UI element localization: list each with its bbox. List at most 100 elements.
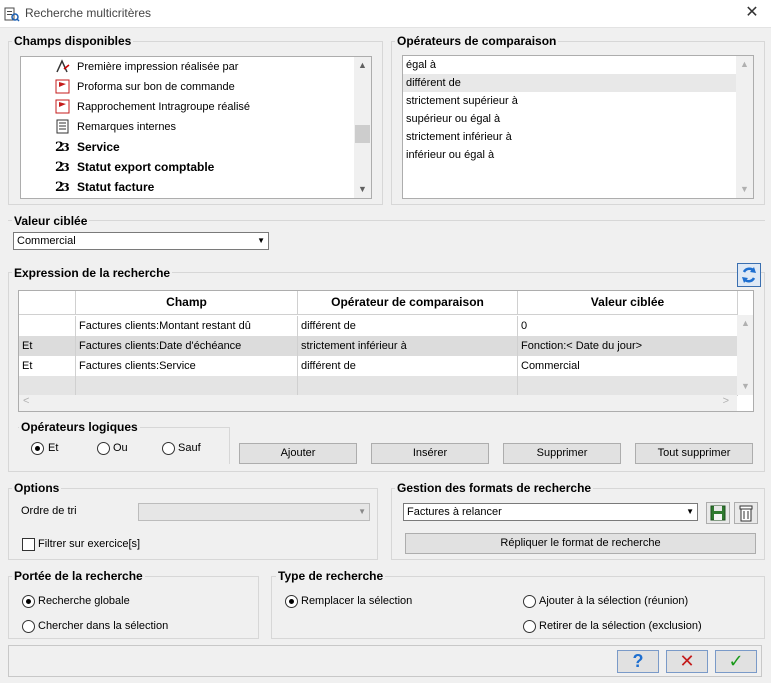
table-cell[interactable]: Factures clients:Service	[76, 356, 298, 376]
valeur-title: Valeur ciblée	[12, 214, 90, 228]
table-cell[interactable]: différent de	[298, 356, 518, 376]
portee-title: Portée de la recherche	[12, 569, 145, 583]
radio-remplacer-label: Remplacer la sélection	[301, 595, 413, 607]
help-button[interactable]: ?	[617, 650, 659, 673]
enum-icon: 23	[55, 160, 70, 174]
radio-ajouter-selection-label: Ajouter à la sélection (réunion)	[539, 595, 689, 607]
red-flag-icon	[55, 79, 70, 94]
ok-button[interactable]: ✓	[715, 650, 757, 673]
inserer-button[interactable]: Insérer	[371, 443, 489, 464]
operateur-item[interactable]: égal à	[403, 56, 736, 74]
svg-text:3: 3	[62, 141, 70, 154]
ajouter-button[interactable]: Ajouter	[239, 443, 357, 464]
valeur-combo-value: Commercial	[17, 235, 76, 247]
operateur-item-selected[interactable]: différent de	[403, 74, 736, 92]
scroll-up-icon[interactable]: ▲	[736, 56, 753, 73]
champs-list[interactable]: Première impression réalisée par Proform…	[20, 56, 372, 199]
list-item-label: Rapprochement Intragroupe réalisé	[77, 101, 251, 113]
window-title: Recherche multicritères	[25, 6, 152, 20]
table-cell[interactable]: Et	[19, 336, 76, 356]
list-item[interactable]: 23 Statut facture	[21, 177, 356, 197]
radio-sauf[interactable]	[162, 442, 175, 455]
grid-vscroll[interactable]: ▲ ▼	[737, 315, 753, 395]
champs-scrollbar[interactable]: ▲ ▼	[354, 57, 371, 198]
ordre-combo[interactable]: ▼	[138, 503, 370, 521]
table-cell[interactable]: Et	[19, 356, 76, 376]
operateur-item[interactable]: supérieur ou égal à	[403, 110, 736, 128]
expression-grid[interactable]: Champ Opérateur de comparaison Valeur ci…	[18, 290, 754, 412]
chevron-down-icon: ▼	[358, 507, 366, 516]
scroll-down-icon[interactable]: ▼	[737, 378, 753, 395]
grid-hscroll[interactable]: < >	[19, 395, 737, 411]
table-cell[interactable]	[19, 316, 76, 336]
radio-retirer-selection[interactable]	[523, 620, 536, 633]
close-icon[interactable]: ✕	[741, 3, 763, 23]
delete-format-button[interactable]	[734, 502, 758, 524]
scroll-left-icon[interactable]: <	[23, 395, 29, 407]
radio-chercher-selection[interactable]	[22, 620, 35, 633]
expression-title: Expression de la recherche	[12, 266, 173, 280]
refresh-button[interactable]	[737, 263, 761, 287]
table-cell-empty[interactable]	[298, 376, 518, 396]
table-cell[interactable]: Factures clients:Date d'échéance	[76, 336, 298, 356]
scroll-right-icon[interactable]: >	[723, 395, 729, 407]
formats-combo[interactable]: Factures à relancer ▼	[403, 503, 698, 521]
save-format-button[interactable]	[706, 502, 730, 524]
list-item[interactable]: 23 Statut export comptable	[21, 157, 356, 177]
cancel-button[interactable]: ✕	[666, 650, 708, 673]
radio-remplacer[interactable]	[285, 595, 298, 608]
table-cell-empty[interactable]	[19, 376, 76, 396]
grid-header-valeur: Valeur ciblée	[518, 291, 738, 315]
save-icon	[710, 505, 726, 521]
logiques-title: Opérateurs logiques	[19, 420, 140, 434]
table-cell[interactable]: strictement inférieur à	[298, 336, 518, 356]
radio-chercher-selection-label: Chercher dans la sélection	[38, 620, 169, 632]
radio-ou[interactable]	[97, 442, 110, 455]
list-item[interactable]: Proforma sur bon de commande	[21, 77, 356, 97]
table-cell[interactable]: différent de	[298, 316, 518, 336]
scroll-down-icon[interactable]: ▼	[736, 181, 753, 198]
operateur-item[interactable]: inférieur ou égal à	[403, 146, 736, 164]
valeur-combo[interactable]: Commercial ▼	[13, 232, 269, 250]
scroll-thumb[interactable]	[355, 125, 370, 143]
operateur-item[interactable]: strictement supérieur à	[403, 92, 736, 110]
champs-title: Champs disponibles	[12, 34, 134, 48]
chevron-down-icon: ▼	[257, 236, 265, 245]
grid-header-logic	[19, 291, 76, 315]
list-item[interactable]: 23 Service	[21, 137, 356, 157]
list-item[interactable]: Remarques internes	[21, 117, 356, 137]
scroll-up-icon[interactable]: ▲	[354, 57, 371, 74]
filtrer-checkbox[interactable]	[22, 538, 35, 551]
table-cell-empty[interactable]	[518, 376, 738, 396]
radio-et-label: Et	[48, 442, 59, 454]
operateurs-list[interactable]: égal à différent de strictement supérieu…	[402, 55, 754, 199]
svg-text:3: 3	[62, 161, 70, 174]
operateurs-title: Opérateurs de comparaison	[395, 34, 559, 48]
operateur-item[interactable]: strictement inférieur à	[403, 128, 736, 146]
list-item[interactable]: Première impression réalisée par	[21, 57, 356, 77]
table-cell-empty[interactable]	[76, 376, 298, 396]
radio-ajouter-selection[interactable]	[523, 595, 536, 608]
list-item-label: Première impression réalisée par	[77, 61, 239, 73]
scroll-up-icon[interactable]: ▲	[737, 315, 753, 332]
red-flag-icon	[55, 99, 70, 114]
list-item[interactable]: Rapprochement Intragroupe réalisé	[21, 97, 356, 117]
chevron-down-icon: ▼	[686, 507, 694, 516]
formats-title: Gestion des formats de recherche	[395, 481, 594, 495]
list-item-label: Statut facture	[77, 180, 155, 194]
table-cell[interactable]: Factures clients:Montant restant dû	[76, 316, 298, 336]
scroll-down-icon[interactable]: ▼	[354, 181, 371, 198]
tout-supprimer-button[interactable]: Tout supprimer	[635, 443, 753, 464]
notes-icon	[56, 119, 69, 134]
repliquer-button[interactable]: Répliquer le format de recherche	[405, 533, 756, 554]
table-cell[interactable]: 0	[518, 316, 738, 336]
table-cell[interactable]: Fonction:< Date du jour>	[518, 336, 738, 356]
radio-et[interactable]	[31, 442, 44, 455]
grid-header-champ: Champ	[76, 291, 298, 315]
list-item-label: Statut export comptable	[77, 160, 215, 174]
user-pen-icon	[56, 59, 70, 73]
radio-recherche-globale[interactable]	[22, 595, 35, 608]
operateurs-scrollbar[interactable]: ▲ ▼	[736, 56, 753, 198]
supprimer-button[interactable]: Supprimer	[503, 443, 621, 464]
table-cell[interactable]: Commercial	[518, 356, 738, 376]
